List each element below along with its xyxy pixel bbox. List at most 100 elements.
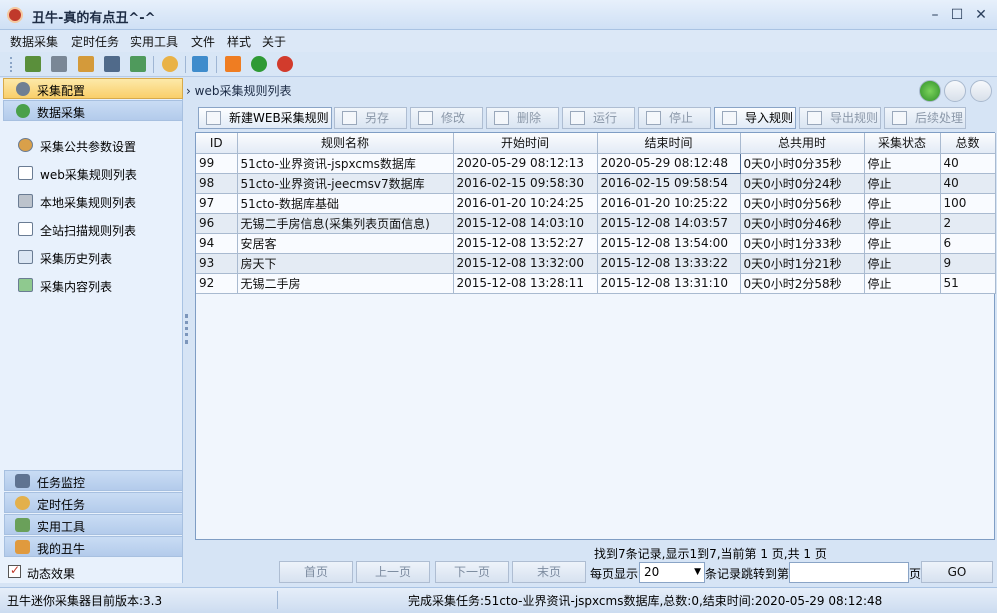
table-row[interactable]: 92 无锡二手房 2015-12-08 13:28:11 2015-12-08 …	[196, 273, 996, 294]
column-header-end-time[interactable]: 结束时间	[597, 133, 741, 154]
save-as-button[interactable]: 另存	[334, 107, 407, 129]
cell-start-time[interactable]: 2015-12-08 13:28:11	[453, 273, 598, 294]
clock-icon[interactable]	[162, 56, 178, 72]
cell-total[interactable]: 6	[940, 233, 996, 254]
cell-start-time[interactable]: 2016-01-20 10:24:25	[453, 193, 598, 214]
local-rule-icon[interactable]	[51, 56, 67, 72]
nav-section-utilities[interactable]: 实用工具	[4, 514, 183, 535]
close-button[interactable]: ✕	[970, 5, 992, 25]
delete-button[interactable]: 删除	[486, 107, 559, 129]
run-button[interactable]: 运行	[562, 107, 635, 129]
cell-status[interactable]: 停止	[864, 233, 941, 254]
post-process-button[interactable]: 后续处理	[884, 107, 966, 129]
table-row[interactable]: 99 51cto-业界资讯-jspxcms数据库 2020-05-29 08:1…	[196, 152, 996, 174]
add-icon[interactable]	[919, 80, 941, 102]
cell-start-time[interactable]: 2015-12-08 13:52:27	[453, 233, 598, 254]
start-icon[interactable]	[251, 56, 267, 72]
edit-button[interactable]: 修改	[410, 107, 483, 129]
column-header-total[interactable]: 总数	[940, 133, 996, 154]
menu-file[interactable]: 文件	[191, 33, 215, 50]
cell-total[interactable]: 100	[940, 193, 996, 214]
cell-end-time[interactable]: 2015-12-08 13:33:22	[597, 253, 741, 274]
cell-id[interactable]: 99	[196, 153, 238, 174]
cell-end-time[interactable]: 2016-02-15 09:58:54	[597, 173, 741, 194]
cell-rule-name[interactable]: 安居客	[237, 233, 454, 254]
next-page-button[interactable]: 下一页	[435, 561, 509, 583]
per-page-select[interactable]: 20 ▼	[639, 562, 705, 583]
column-header-id[interactable]: ID	[196, 133, 238, 154]
nav-section-scheduled-task[interactable]: 定时任务	[4, 492, 183, 513]
toolbar-grip[interactable]	[10, 57, 13, 72]
table-row[interactable]: 93 房天下 2015-12-08 13:32:00 2015-12-08 13…	[196, 253, 996, 274]
table-row[interactable]: 94 安居客 2015-12-08 13:52:27 2015-12-08 13…	[196, 233, 996, 254]
cell-id[interactable]: 96	[196, 213, 238, 234]
column-header-duration[interactable]: 总共用时	[740, 133, 865, 154]
new-rule-icon[interactable]	[25, 56, 41, 72]
cell-rule-name[interactable]: 无锡二手房	[237, 273, 454, 294]
cell-id[interactable]: 97	[196, 193, 238, 214]
help-icon[interactable]	[970, 80, 992, 102]
new-web-rule-button[interactable]: 新建WEB采集规则	[198, 107, 332, 129]
nav-section-collect-config[interactable]: 采集配置	[3, 78, 183, 99]
nav-section-my-chouniu[interactable]: 我的丑牛	[4, 536, 183, 557]
import-rules-button[interactable]: 导入规则	[714, 107, 796, 129]
cell-total[interactable]: 40	[940, 173, 996, 194]
cell-status[interactable]: 停止	[864, 213, 941, 234]
cell-rule-name[interactable]: 无锡二手房信息(采集列表页面信息)	[237, 213, 454, 234]
menu-data-collection[interactable]: 数据采集	[10, 33, 58, 50]
cell-status[interactable]: 停止	[864, 253, 941, 274]
menu-utilities[interactable]: 实用工具	[130, 33, 178, 50]
cell-id[interactable]: 92	[196, 273, 238, 294]
column-header-start-time[interactable]: 开始时间	[453, 133, 598, 154]
cell-duration[interactable]: 0天0小时0分24秒	[740, 173, 865, 194]
cell-rule-name[interactable]: 房天下	[237, 253, 454, 274]
cell-duration[interactable]: 0天0小时0分46秒	[740, 213, 865, 234]
nav-section-task-monitor[interactable]: 任务监控	[4, 470, 183, 491]
go-button[interactable]: GO	[921, 561, 993, 583]
table-row[interactable]: 96 无锡二手房信息(采集列表页面信息) 2015-12-08 14:03:10…	[196, 213, 996, 234]
cell-end-time[interactable]: 2015-12-08 14:03:57	[597, 213, 741, 234]
image-icon[interactable]	[192, 56, 208, 72]
first-page-button[interactable]: 首页	[279, 561, 353, 583]
maximize-button[interactable]: ☐	[946, 5, 968, 25]
refresh-icon[interactable]	[944, 80, 966, 102]
history-icon[interactable]	[104, 56, 120, 72]
menu-about[interactable]: 关于	[262, 33, 286, 50]
minimize-button[interactable]: –	[924, 5, 946, 25]
cell-end-time[interactable]: 2020-05-29 08:12:48	[596, 152, 741, 174]
cell-duration[interactable]: 0天0小时2分58秒	[740, 273, 865, 294]
cell-end-time[interactable]: 2016-01-20 10:25:22	[597, 193, 741, 214]
cell-end-time[interactable]: 2015-12-08 13:54:00	[597, 233, 741, 254]
stop-button[interactable]: 停止	[638, 107, 711, 129]
cell-rule-name[interactable]: 51cto-业界资讯-jspxcms数据库	[237, 153, 454, 174]
cell-id[interactable]: 98	[196, 173, 238, 194]
content-icon[interactable]	[130, 56, 146, 72]
cell-status[interactable]: 停止	[864, 173, 941, 194]
table-row[interactable]: 98 51cto-业界资讯-jeecmsv7数据库 2016-02-15 09:…	[196, 173, 996, 194]
cell-duration[interactable]: 0天0小时0分35秒	[740, 153, 865, 174]
cell-start-time[interactable]: 2015-12-08 13:32:00	[453, 253, 598, 274]
menu-style[interactable]: 样式	[227, 33, 251, 50]
nav-section-data-collect[interactable]: 数据采集	[3, 100, 183, 121]
cell-total[interactable]: 51	[940, 273, 996, 294]
cell-total[interactable]: 40	[940, 153, 996, 174]
stop-icon[interactable]	[277, 56, 293, 72]
menu-scheduled-tasks[interactable]: 定时任务	[71, 33, 119, 50]
cell-start-time[interactable]: 2015-12-08 14:03:10	[453, 213, 598, 234]
cell-duration[interactable]: 0天0小时0分56秒	[740, 193, 865, 214]
table-row[interactable]: 97 51cto-数据库基础 2016-01-20 10:24:25 2016-…	[196, 193, 996, 214]
prev-page-button[interactable]: 上一页	[356, 561, 430, 583]
chevron-down-icon[interactable]: ▼	[694, 563, 701, 582]
column-header-rule-name[interactable]: 规则名称	[237, 133, 454, 154]
scan-icon[interactable]	[78, 56, 94, 72]
splitter-grip[interactable]	[185, 314, 188, 344]
cell-status[interactable]: 停止	[864, 153, 941, 174]
cell-status[interactable]: 停止	[864, 273, 941, 294]
cell-start-time[interactable]: 2016-02-15 09:58:30	[453, 173, 598, 194]
cell-total[interactable]: 2	[940, 213, 996, 234]
cell-id[interactable]: 94	[196, 233, 238, 254]
last-page-button[interactable]: 末页	[512, 561, 586, 583]
export-rules-button[interactable]: 导出规则	[799, 107, 881, 129]
cell-duration[interactable]: 0天0小时1分21秒	[740, 253, 865, 274]
cell-status[interactable]: 停止	[864, 193, 941, 214]
